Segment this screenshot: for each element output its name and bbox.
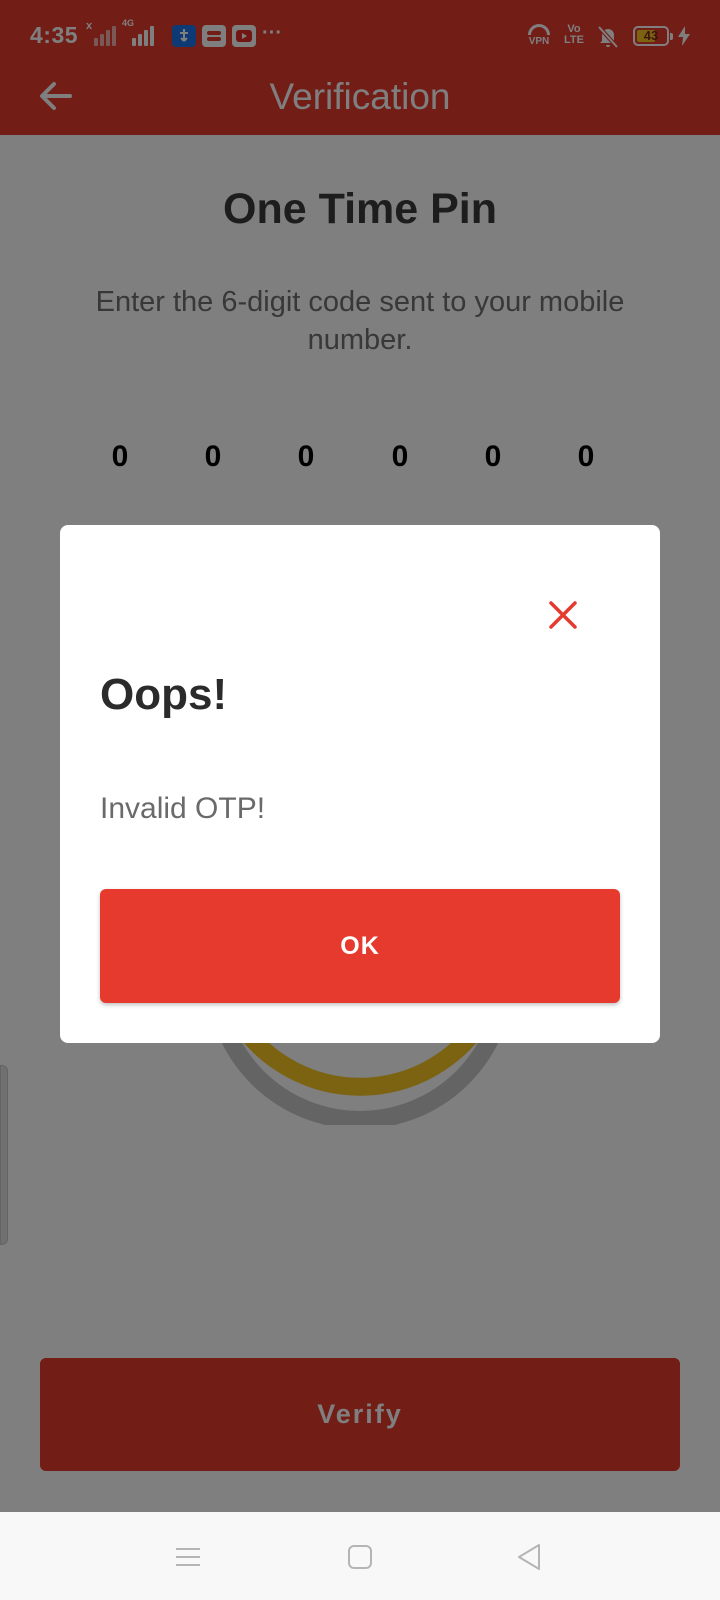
ok-button[interactable]: OK (100, 889, 620, 1003)
menu-icon[interactable] (171, 1540, 205, 1574)
system-nav-bar (0, 1512, 720, 1600)
back-triangle-icon[interactable] (513, 1540, 547, 1574)
error-dialog: Oops! Invalid OTP! OK (60, 525, 660, 1043)
dialog-message: Invalid OTP! (100, 792, 266, 825)
dialog-title: Oops! (100, 670, 228, 719)
close-icon[interactable] (545, 597, 581, 633)
home-square-icon[interactable] (343, 1540, 377, 1574)
